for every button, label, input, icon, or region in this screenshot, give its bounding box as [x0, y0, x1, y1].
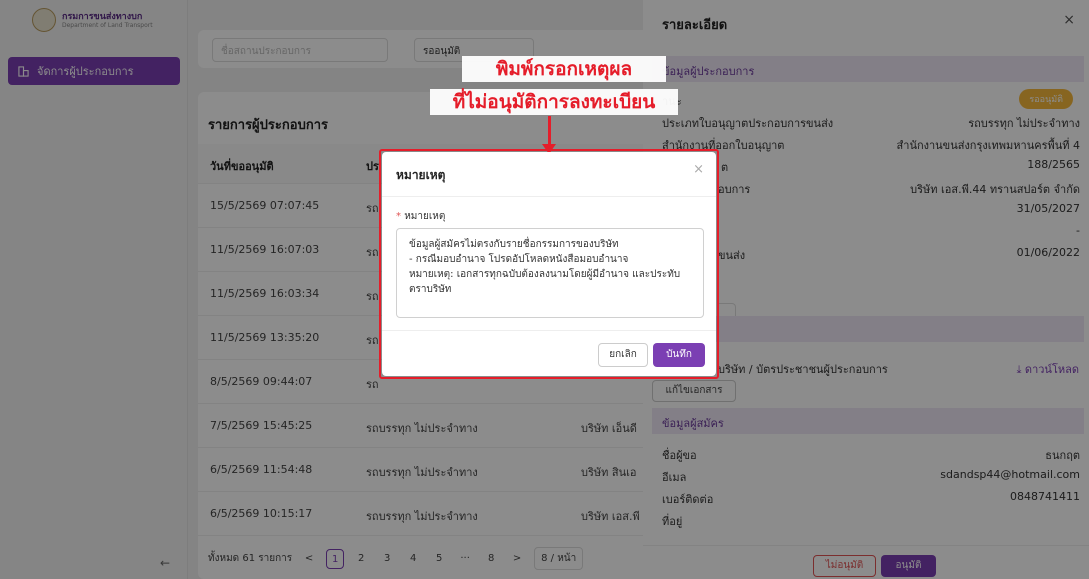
required-mark: *: [396, 211, 401, 222]
annotation-line-1: พิมพ์กรอกเหตุผล: [462, 56, 666, 82]
remark-field-label-text: หมายเหตุ: [404, 211, 446, 222]
modal-close-icon[interactable]: ×: [693, 162, 704, 177]
divider: [382, 196, 716, 197]
save-button[interactable]: บันทึก: [653, 343, 705, 367]
remark-modal: หมายเหตุ × * หมายเหตุ ข้อมูลผู้สมัครไม่ต…: [382, 152, 716, 376]
remark-field-label: * หมายเหตุ: [396, 209, 445, 224]
modal-title: หมายเหตุ: [396, 168, 446, 182]
remark-textarea[interactable]: ข้อมูลผู้สมัครไม่ตรงกับรายชื่อกรรมการของ…: [396, 228, 704, 318]
divider: [382, 330, 716, 331]
cancel-button[interactable]: ยกเลิก: [598, 343, 648, 367]
annotation-line-2: ที่ไม่อนุมัติการลงทะเบียน: [430, 89, 678, 115]
